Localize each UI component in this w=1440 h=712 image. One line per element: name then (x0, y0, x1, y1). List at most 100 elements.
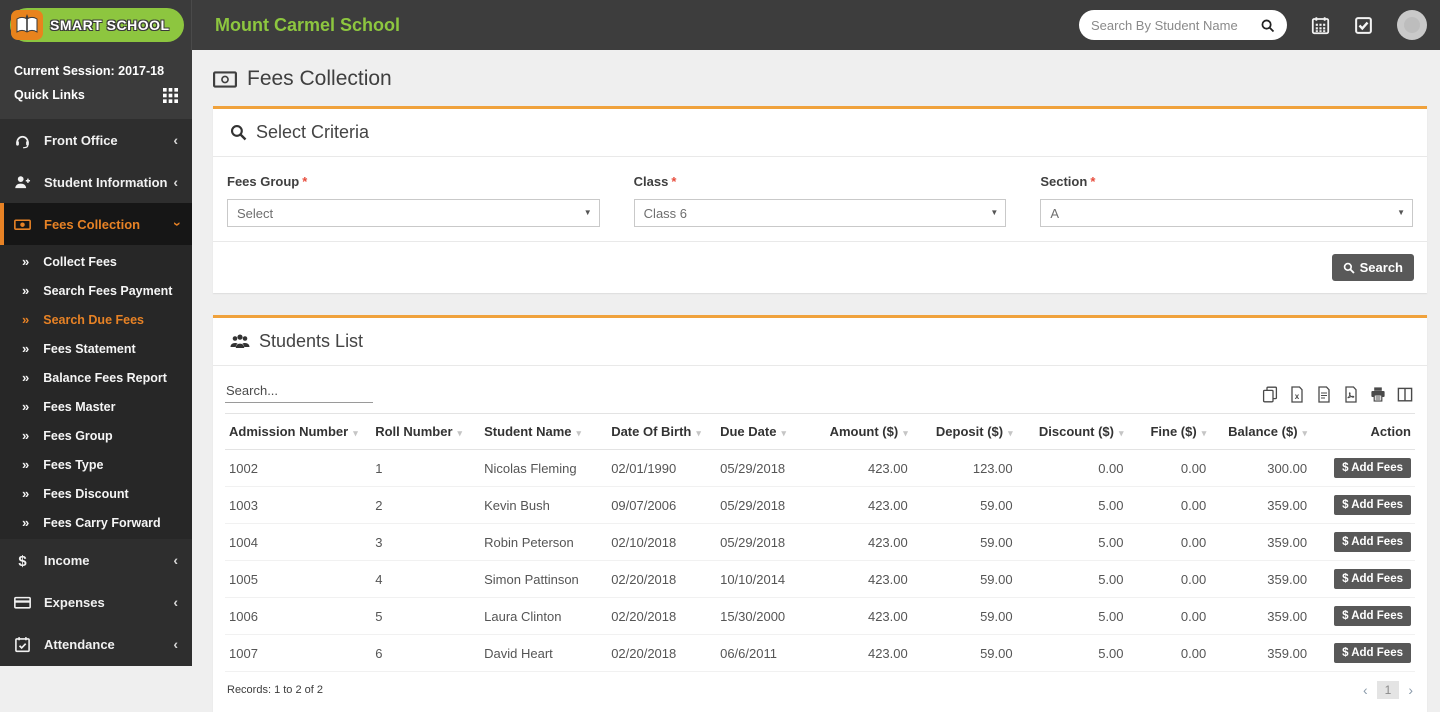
chevron-left-icon: ‹ (173, 636, 178, 652)
sidebar-item-front-office[interactable]: Front Office ‹ (0, 119, 192, 161)
chevron-left-icon: ‹ (173, 132, 178, 148)
table-toolbar: x (213, 366, 1427, 411)
user-avatar[interactable] (1397, 10, 1427, 40)
submenu-item-label: Balance Fees Report (43, 370, 167, 385)
excel-icon[interactable]: x (1289, 386, 1305, 403)
submenu-item-search-fees-payment[interactable]: » Search Fees Payment (0, 276, 192, 305)
submenu-item-fees-group[interactable]: » Fees Group (0, 421, 192, 450)
table-search-input[interactable] (225, 379, 373, 403)
calendar-icon[interactable] (1311, 16, 1330, 35)
book-pen-icon (11, 10, 43, 40)
sort-icon: ▾ (696, 428, 701, 438)
column-label: Discount ($) (1038, 424, 1114, 439)
column-label: Balance ($) (1228, 424, 1298, 439)
user-plus-icon (14, 174, 31, 191)
column-header-balance-[interactable]: Balance ($) ▾ (1210, 413, 1312, 450)
file-icon[interactable] (1316, 386, 1332, 403)
double-arrow-icon: » (22, 428, 30, 443)
submenu-item-fees-discount[interactable]: » Fees Discount (0, 479, 192, 508)
add-fees-button[interactable]: $ Add Fees (1334, 532, 1411, 552)
sort-icon: ▾ (1008, 428, 1013, 438)
sort-icon: ▾ (576, 428, 582, 438)
submenu-item-fees-type[interactable]: » Fees Type (0, 450, 192, 479)
column-header-fine-[interactable]: Fine ($) ▾ (1127, 413, 1211, 450)
table-cell: 5.00 (1016, 523, 1128, 561)
logo-area[interactable]: SMART SCHOOL (0, 0, 192, 50)
sidebar-item-income[interactable]: $ Income ‹ (0, 539, 192, 581)
table-cell: 0.00 (1127, 597, 1211, 635)
submenu-item-fees-carry-forward[interactable]: » Fees Carry Forward (0, 508, 192, 537)
quick-links[interactable]: Quick Links (14, 83, 85, 107)
table-cell: 05/29/2018 (716, 523, 813, 561)
table-cell: 5.00 (1016, 597, 1128, 635)
svg-text:x: x (1295, 392, 1300, 401)
grid-icon[interactable] (163, 87, 178, 103)
prev-page-button[interactable]: ‹ (1363, 682, 1368, 698)
criteria-footer: Search (213, 241, 1427, 293)
class-select[interactable]: Class 6 (633, 199, 1007, 227)
submenu-item-label: Fees Carry Forward (43, 515, 161, 530)
sidebar-item-attendance[interactable]: Attendance ‹ (0, 623, 192, 665)
sidebar-item-label: Attendance (44, 636, 115, 652)
double-arrow-icon: » (22, 486, 30, 501)
double-arrow-icon: » (22, 399, 30, 414)
dollar-icon: $ (14, 552, 31, 569)
add-fees-button[interactable]: $ Add Fees (1334, 495, 1411, 515)
fees-group-select[interactable]: Select (227, 199, 600, 227)
double-arrow-icon: » (22, 515, 30, 530)
table-cell: 59.00 (911, 597, 1017, 635)
sidebar-item-fees-collection[interactable]: Fees Collection ‹ (0, 203, 192, 245)
page-number[interactable]: 1 (1376, 681, 1400, 699)
field-fees-group: Fees Group * Select (227, 174, 600, 227)
add-fees-button[interactable]: $ Add Fees (1334, 458, 1411, 478)
student-search-input[interactable] (1091, 17, 1260, 33)
column-label: Amount ($) (829, 424, 899, 439)
column-header-discount-[interactable]: Discount ($) ▾ (1016, 413, 1128, 450)
table-cell: 0.00 (1127, 560, 1211, 598)
column-header-admission-number[interactable]: Admission Number ▾ (225, 413, 372, 450)
column-header-amount-[interactable]: Amount ($) ▾ (812, 413, 912, 450)
submenu-item-search-due-fees[interactable]: » Search Due Fees (0, 305, 192, 334)
submenu-item-fees-statement[interactable]: » Fees Statement (0, 334, 192, 363)
section-select[interactable]: A (1040, 199, 1414, 227)
columns-icon[interactable] (1397, 386, 1413, 403)
sidebar-item-student-information[interactable]: Student Information ‹ (0, 161, 192, 203)
table-cell: 09/07/2006 (607, 486, 717, 524)
search-icon[interactable] (1260, 18, 1275, 33)
submenu-item-collect-fees[interactable]: » Collect Fees (0, 247, 192, 276)
column-label: Action (1370, 424, 1411, 439)
required-asterisk: * (1090, 174, 1096, 189)
table-cell: 359.00 (1210, 486, 1312, 524)
sidebar-menu-top: Front Office ‹ Student Information ‹ (0, 119, 192, 203)
pdf-icon[interactable] (1343, 386, 1359, 403)
criteria-fields: Fees Group* Select Class* Class 6 Section* A (213, 157, 1427, 241)
criteria-header: Select Criteria (213, 109, 1427, 157)
table-cell: 59.00 (911, 560, 1017, 598)
table-cell: 300.00 (1210, 449, 1312, 487)
next-page-button[interactable]: › (1408, 682, 1413, 698)
column-header-roll-number[interactable]: Roll Number ▾ (371, 413, 481, 450)
print-icon[interactable] (1370, 386, 1386, 403)
sidebar-item-expenses[interactable]: Expenses ‹ (0, 581, 192, 623)
search-button[interactable]: Search (1331, 254, 1414, 281)
table-cell: 359.00 (1210, 523, 1312, 561)
sidebar-menu-active: Fees Collection ‹ (0, 203, 192, 245)
submenu-item-label: Fees Type (43, 457, 104, 472)
column-label: Student Name (484, 424, 572, 439)
submenu-item-balance-fees-report[interactable]: » Balance Fees Report (0, 363, 192, 392)
add-fees-button[interactable]: $ Add Fees (1334, 569, 1411, 589)
sort-icon: ▾ (1119, 428, 1124, 438)
table-cell: 423.00 (812, 560, 912, 598)
column-label: Date Of Birth (611, 424, 692, 439)
student-search-box[interactable] (1079, 10, 1287, 40)
column-header-student-name[interactable]: Student Name ▾ (480, 413, 608, 450)
tasks-icon[interactable] (1354, 16, 1373, 35)
column-header-date-of-birth[interactable]: Date Of Birth ▾ (607, 413, 717, 450)
copy-icon[interactable] (1262, 386, 1278, 403)
table-cell: 1005 (225, 560, 372, 598)
column-header-due-date[interactable]: Due Date ▾ (716, 413, 813, 450)
add-fees-button[interactable]: $ Add Fees (1334, 606, 1411, 626)
submenu-item-fees-master[interactable]: » Fees Master (0, 392, 192, 421)
column-header-deposit-[interactable]: Deposit ($) ▾ (911, 413, 1017, 450)
add-fees-button[interactable]: $ Add Fees (1334, 643, 1411, 663)
